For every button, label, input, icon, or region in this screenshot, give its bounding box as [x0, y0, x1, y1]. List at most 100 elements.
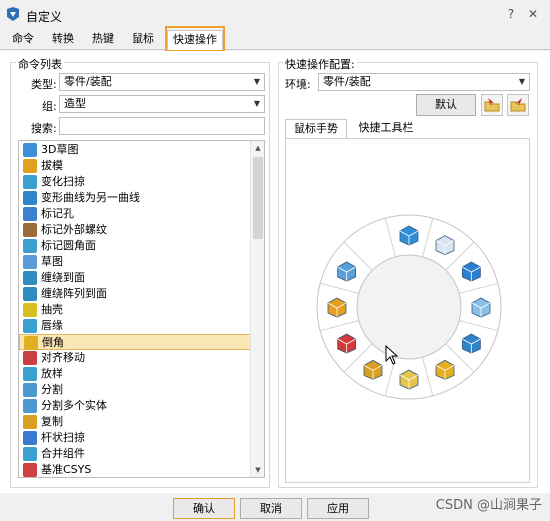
subtab-mouse-gesture[interactable]: 鼠标手势	[285, 119, 347, 139]
list-item-label: 分割	[41, 383, 63, 396]
apply-button[interactable]: 应用	[307, 498, 369, 519]
list-item-label: 变化扫掠	[41, 175, 85, 188]
environment-label: 环境:	[285, 78, 311, 91]
list-item-label: 标记外部螺纹	[41, 223, 107, 236]
list-item-label: 草图	[41, 255, 63, 268]
list-item[interactable]: 缠绕到面	[19, 270, 251, 286]
import-button[interactable]	[481, 94, 503, 116]
ok-button[interactable]: 确认	[173, 498, 235, 519]
list-item-label: 唇缘	[41, 319, 63, 332]
list-item[interactable]: 分割多个实体	[19, 398, 251, 414]
list-item-label: 标记圆角面	[41, 239, 96, 252]
command-icon	[23, 223, 37, 237]
command-icon	[23, 207, 37, 221]
list-item-label: 对齐移动	[41, 351, 85, 364]
command-icon	[23, 239, 37, 253]
command-list-title: 命令列表	[16, 56, 64, 72]
list-item[interactable]: 缠绕阵列到面	[19, 286, 251, 302]
group-select[interactable]: 造型 ▼	[59, 95, 265, 113]
main-tabs: 命令 转换 热键 鼠标 快速操作	[0, 28, 550, 50]
command-icon	[23, 431, 37, 445]
mouse-gesture-panel	[285, 138, 530, 483]
search-input[interactable]	[59, 117, 265, 135]
type-select-value: 零件/装配	[64, 75, 112, 88]
command-icon	[23, 367, 37, 381]
command-icon	[23, 271, 37, 285]
scroll-thumb[interactable]	[253, 157, 263, 239]
list-item[interactable]: 标记外部螺纹	[19, 222, 251, 238]
command-icon	[23, 319, 37, 333]
command-icon	[23, 255, 37, 269]
list-item[interactable]: 分割	[19, 382, 251, 398]
list-item-label: 合并组件	[41, 447, 85, 460]
tab-highlight-frame	[165, 26, 225, 52]
list-item[interactable]: 草图	[19, 254, 251, 270]
list-item-label: 倒角	[42, 336, 64, 349]
list-item[interactable]: 基准CSYS	[19, 462, 251, 477]
group-label: 组:	[42, 100, 57, 113]
command-icon	[23, 175, 37, 189]
type-select[interactable]: 零件/装配 ▼	[59, 73, 265, 91]
command-icon	[23, 143, 37, 157]
help-icon[interactable]: ?	[503, 6, 519, 22]
type-label: 类型:	[31, 78, 57, 91]
list-item-label: 变形曲线为另一曲线	[41, 191, 140, 204]
list-item-label: 基准CSYS	[41, 463, 92, 476]
command-icon	[23, 415, 37, 429]
command-icon	[23, 159, 37, 173]
list-item-label: 3D草图	[41, 143, 79, 156]
command-icon	[23, 463, 37, 477]
list-item[interactable]: 标记孔	[19, 206, 251, 222]
scroll-up-icon[interactable]: ▲	[251, 141, 264, 155]
list-item[interactable]: 倒角	[19, 334, 251, 350]
tab-hotkeys[interactable]: 热键	[86, 30, 120, 50]
export-button[interactable]	[507, 94, 529, 116]
window-title: 自定义	[26, 10, 63, 24]
list-item-label: 分割多个实体	[41, 399, 107, 412]
export-icon	[510, 98, 526, 112]
list-item[interactable]: 抽壳	[19, 302, 251, 318]
close-icon[interactable]: ✕	[525, 6, 541, 22]
tab-mouse[interactable]: 鼠标	[126, 30, 160, 50]
command-icon	[23, 303, 37, 317]
list-item-label: 拔模	[41, 159, 63, 172]
command-icon	[23, 447, 37, 461]
chevron-down-icon: ▼	[253, 99, 260, 108]
list-item[interactable]: 标记圆角面	[19, 238, 251, 254]
tab-convert[interactable]: 转换	[46, 30, 80, 50]
gesture-wheel	[316, 214, 502, 400]
list-scrollbar[interactable]: ▲ ▼	[250, 141, 264, 477]
tab-commands[interactable]: 命令	[6, 30, 40, 50]
cancel-button[interactable]: 取消	[240, 498, 302, 519]
list-item-label: 复制	[41, 415, 63, 428]
list-item[interactable]: 合并组件	[19, 446, 251, 462]
list-item-label: 杆状扫掠	[41, 431, 85, 444]
subtab-quick-toolbar[interactable]: 快捷工具栏	[350, 119, 422, 139]
list-item[interactable]: 复制	[19, 414, 251, 430]
title-bar: 自定义 ? ✕	[0, 0, 550, 30]
default-button[interactable]: 默认	[416, 94, 476, 116]
search-label: 搜索:	[31, 122, 57, 135]
list-item-label: 缠绕到面	[41, 271, 85, 284]
list-item[interactable]: 放样	[19, 366, 251, 382]
list-item[interactable]: 变化扫掠	[19, 174, 251, 190]
list-item[interactable]: 杆状扫掠	[19, 430, 251, 446]
scroll-down-icon[interactable]: ▼	[251, 463, 264, 477]
command-icon	[23, 383, 37, 397]
environment-select[interactable]: 零件/装配 ▼	[318, 73, 530, 91]
list-item[interactable]: 变形曲线为另一曲线	[19, 190, 251, 206]
command-list[interactable]: 3D草图拔模变化扫掠变形曲线为另一曲线 标记孔标记外部螺纹 标记圆角面草图缠绕到面缠…	[18, 140, 265, 478]
list-item[interactable]: 对齐移动	[19, 350, 251, 366]
list-item-label: 标记孔	[41, 207, 74, 220]
environment-select-value: 零件/装配	[323, 75, 371, 88]
command-icon	[23, 191, 37, 205]
command-icon	[23, 351, 37, 365]
quick-action-config-title: 快速操作配置:	[283, 56, 357, 72]
list-item[interactable]: 唇缘	[19, 318, 251, 334]
list-item[interactable]: 3D草图	[19, 142, 251, 158]
list-item-label: 缠绕阵列到面	[41, 287, 107, 300]
list-item-label: 抽壳	[41, 303, 63, 316]
list-item[interactable]: 拔模	[19, 158, 251, 174]
chevron-down-icon: ▼	[253, 77, 260, 86]
command-icon	[23, 399, 37, 413]
